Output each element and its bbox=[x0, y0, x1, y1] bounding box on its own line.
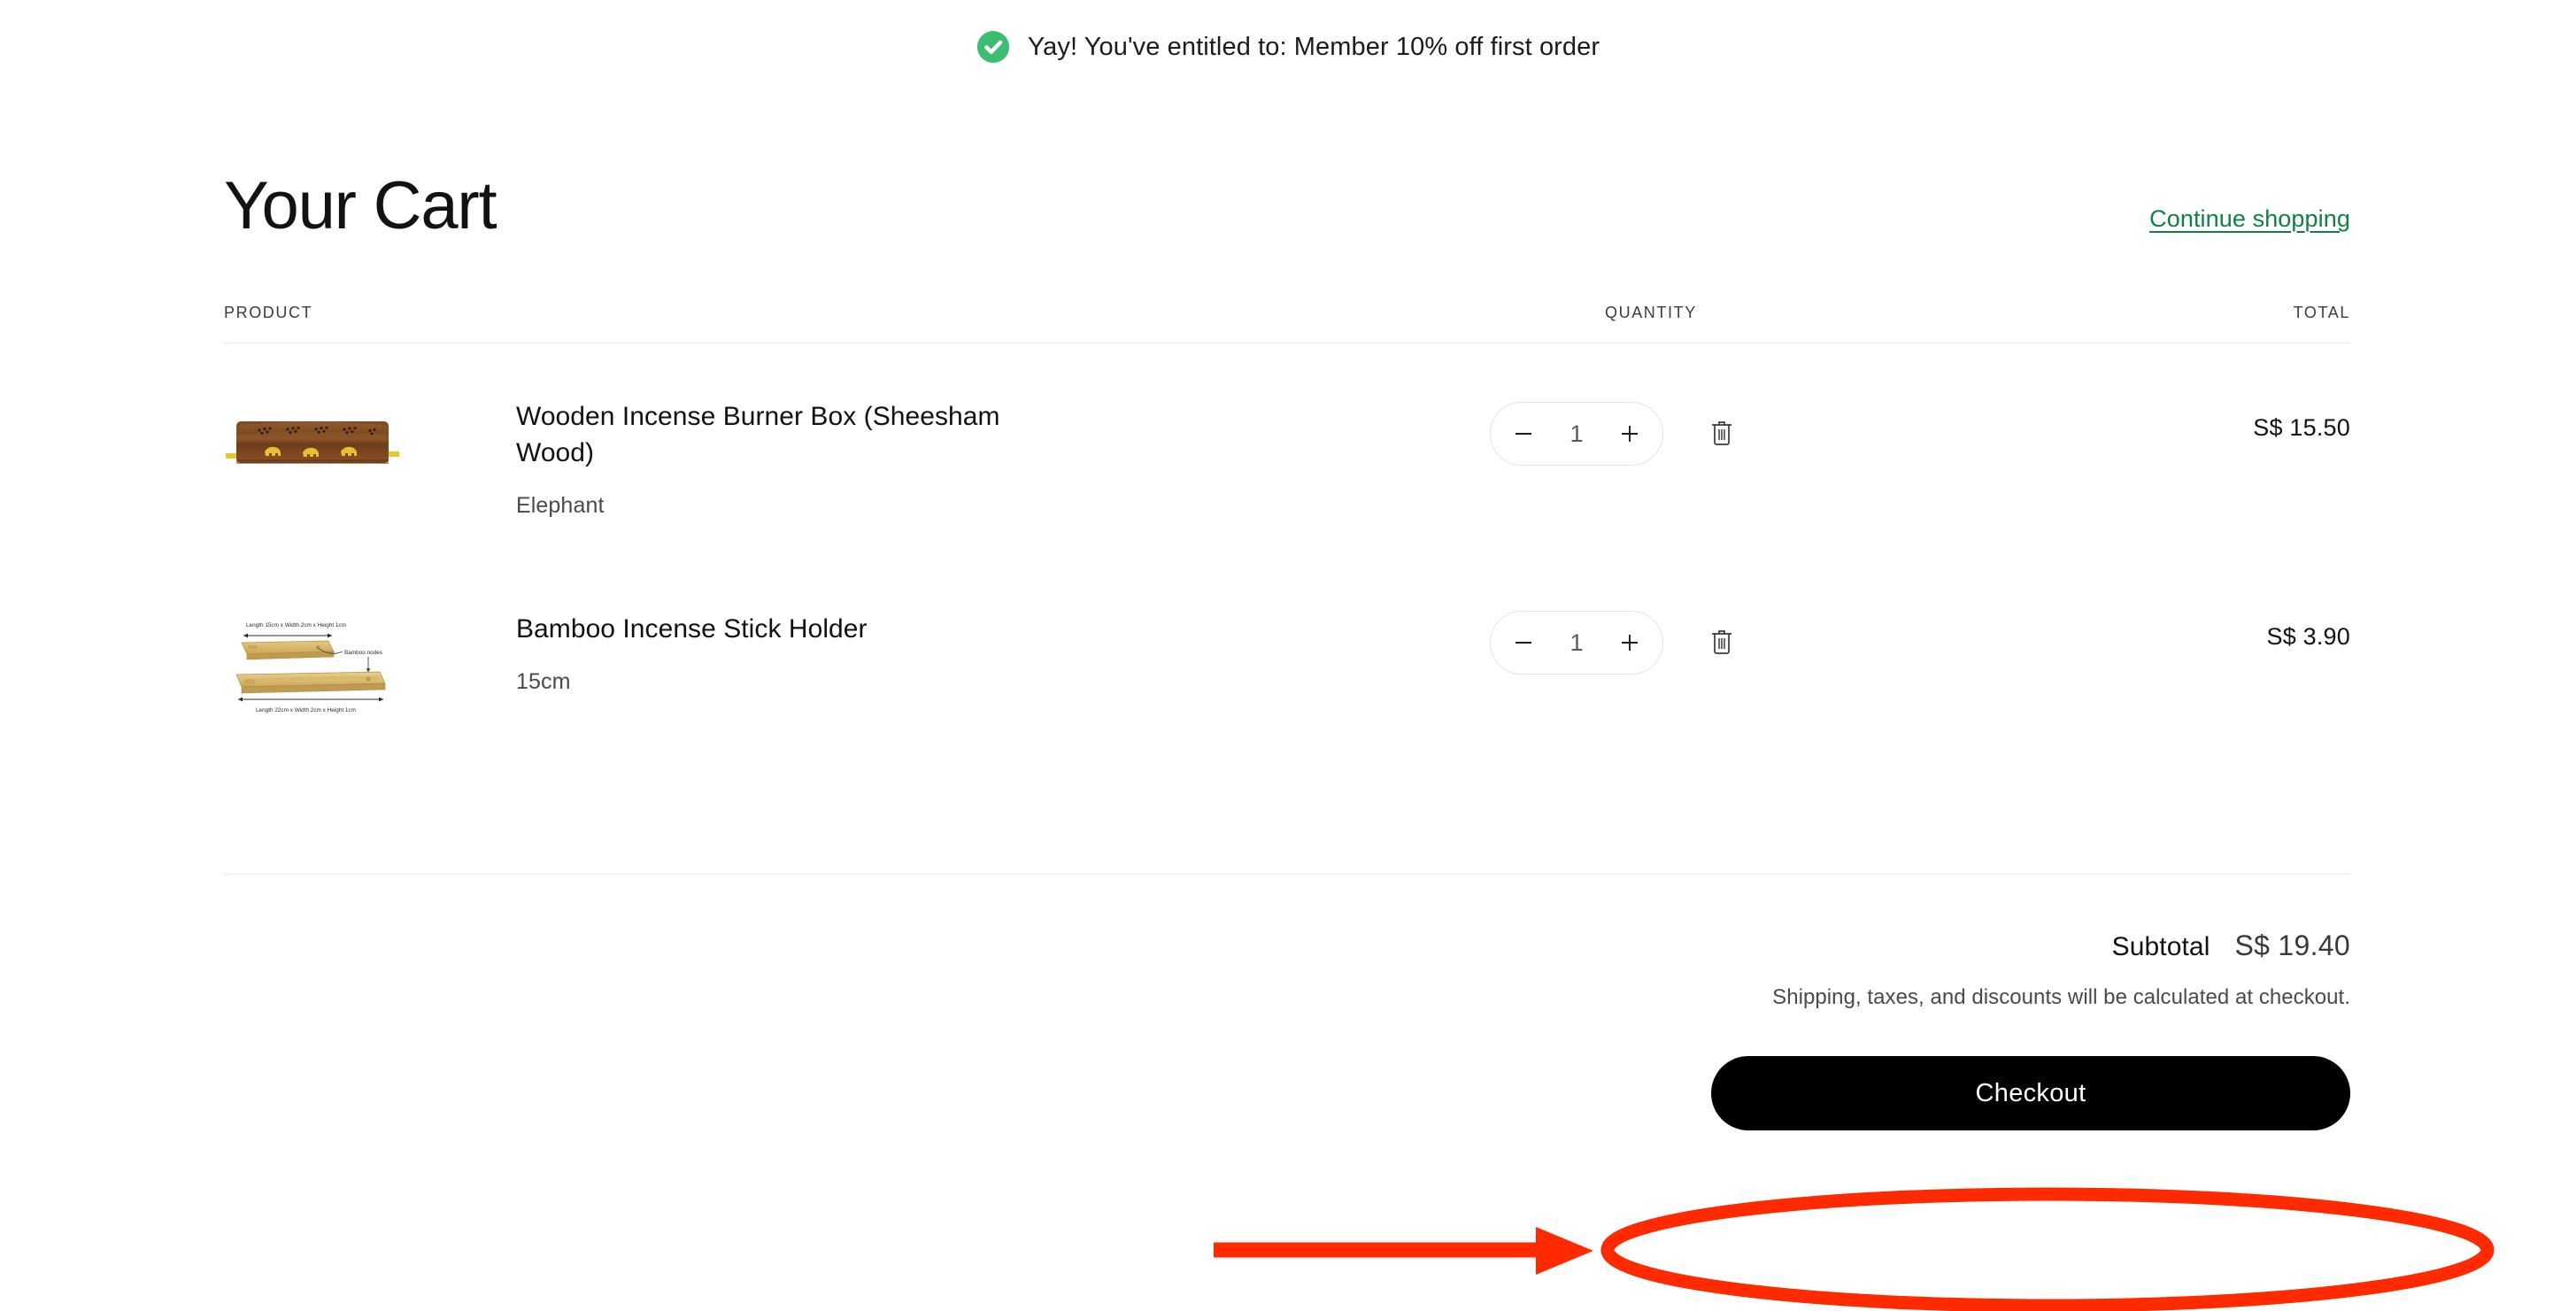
subtotal-label: Subtotal bbox=[2112, 932, 2210, 962]
ellipse-highlight-annotation bbox=[1608, 1194, 2487, 1306]
trash-icon bbox=[1708, 627, 1735, 657]
trash-icon bbox=[1708, 418, 1735, 448]
product-thumbnail-wrapper[interactable] bbox=[224, 397, 401, 485]
quantity-stepper[interactable]: 1 bbox=[1490, 402, 1663, 466]
column-header-quantity: QUANTITY bbox=[1605, 304, 1697, 322]
quantity-cell: 1 bbox=[1490, 397, 1950, 466]
svg-text:Length 15cm x Width 2cm x Heig: Length 15cm x Width 2cm x Height 1cm bbox=[246, 622, 346, 629]
product-details: Wooden Incense Burner Box (Sheesham Wood… bbox=[401, 397, 1490, 519]
cart-page: Yay! You've entitled to: Member 10% off … bbox=[0, 0, 2576, 1311]
wooden-incense-burner-box-image bbox=[224, 397, 401, 485]
remove-item-button[interactable] bbox=[1704, 621, 1739, 662]
subtotal-value: S$ 19.40 bbox=[2234, 929, 2350, 962]
minus-icon bbox=[1512, 631, 1535, 654]
cart-summary: Subtotal S$ 19.40 Shipping, taxes, and d… bbox=[224, 875, 2350, 1010]
subtotal-row: Subtotal S$ 19.40 bbox=[224, 875, 2350, 962]
quantity-stepper[interactable]: 1 bbox=[1490, 611, 1663, 675]
cart-header: Your Cart Continue shopping bbox=[224, 173, 2350, 288]
decrease-quantity-button[interactable] bbox=[1510, 420, 1537, 447]
quantity-value: 1 bbox=[1566, 629, 1587, 657]
table-row: Length 15cm x Width 2cm x Height 1cm bbox=[224, 611, 2350, 874]
bamboo-incense-stick-holder-image: Length 15cm x Width 2cm x Height 1cm bbox=[224, 611, 401, 717]
minus-icon bbox=[1512, 422, 1535, 445]
cart-table-header: PRODUCT QUANTITY TOTAL bbox=[224, 304, 2350, 343]
page-title: Your Cart bbox=[224, 173, 496, 240]
product-variant: Elephant bbox=[516, 493, 1490, 519]
product-variant: 15cm bbox=[516, 669, 1490, 695]
quantity-value: 1 bbox=[1566, 420, 1587, 448]
product-title[interactable]: Bamboo Incense Stick Holder bbox=[516, 611, 1056, 647]
quantity-cell: 1 bbox=[1490, 611, 1950, 675]
increase-quantity-button[interactable] bbox=[1616, 629, 1643, 656]
svg-text:Length 22cm x Width 2cm x Heig: Length 22cm x Width 2cm x Height 1cm bbox=[256, 707, 356, 713]
line-item-total: S$ 3.90 bbox=[1950, 611, 2350, 651]
increase-quantity-button[interactable] bbox=[1616, 420, 1643, 447]
column-header-product: PRODUCT bbox=[224, 304, 312, 322]
plus-icon bbox=[1618, 422, 1641, 445]
product-details: Bamboo Incense Stick Holder 15cm bbox=[401, 611, 1490, 695]
remove-item-button[interactable] bbox=[1704, 413, 1739, 453]
checkout-area: Checkout bbox=[224, 1045, 2350, 1152]
continue-shopping-link[interactable]: Continue shopping bbox=[2149, 205, 2350, 233]
cart-items-list: Wooden Incense Burner Box (Sheesham Wood… bbox=[224, 343, 2350, 874]
arrow-pointing-right-annotation bbox=[1214, 1227, 1593, 1275]
product-thumbnail-wrapper[interactable]: Length 15cm x Width 2cm x Height 1cm bbox=[224, 611, 401, 717]
table-row: Wooden Incense Burner Box (Sheesham Wood… bbox=[224, 343, 2350, 611]
column-header-total: TOTAL bbox=[2294, 304, 2350, 322]
cart-container: Your Cart Continue shopping PRODUCT QUAN… bbox=[224, 0, 2350, 1152]
decrease-quantity-button[interactable] bbox=[1510, 629, 1537, 656]
line-item-total: S$ 15.50 bbox=[1950, 397, 2350, 442]
checkout-button[interactable]: Checkout bbox=[1711, 1056, 2350, 1130]
svg-text:Bamboo nodes: Bamboo nodes bbox=[344, 650, 382, 656]
product-title[interactable]: Wooden Incense Burner Box (Sheesham Wood… bbox=[516, 398, 1056, 471]
tax-shipping-note: Shipping, taxes, and discounts will be c… bbox=[224, 985, 2350, 1010]
plus-icon bbox=[1618, 631, 1641, 654]
